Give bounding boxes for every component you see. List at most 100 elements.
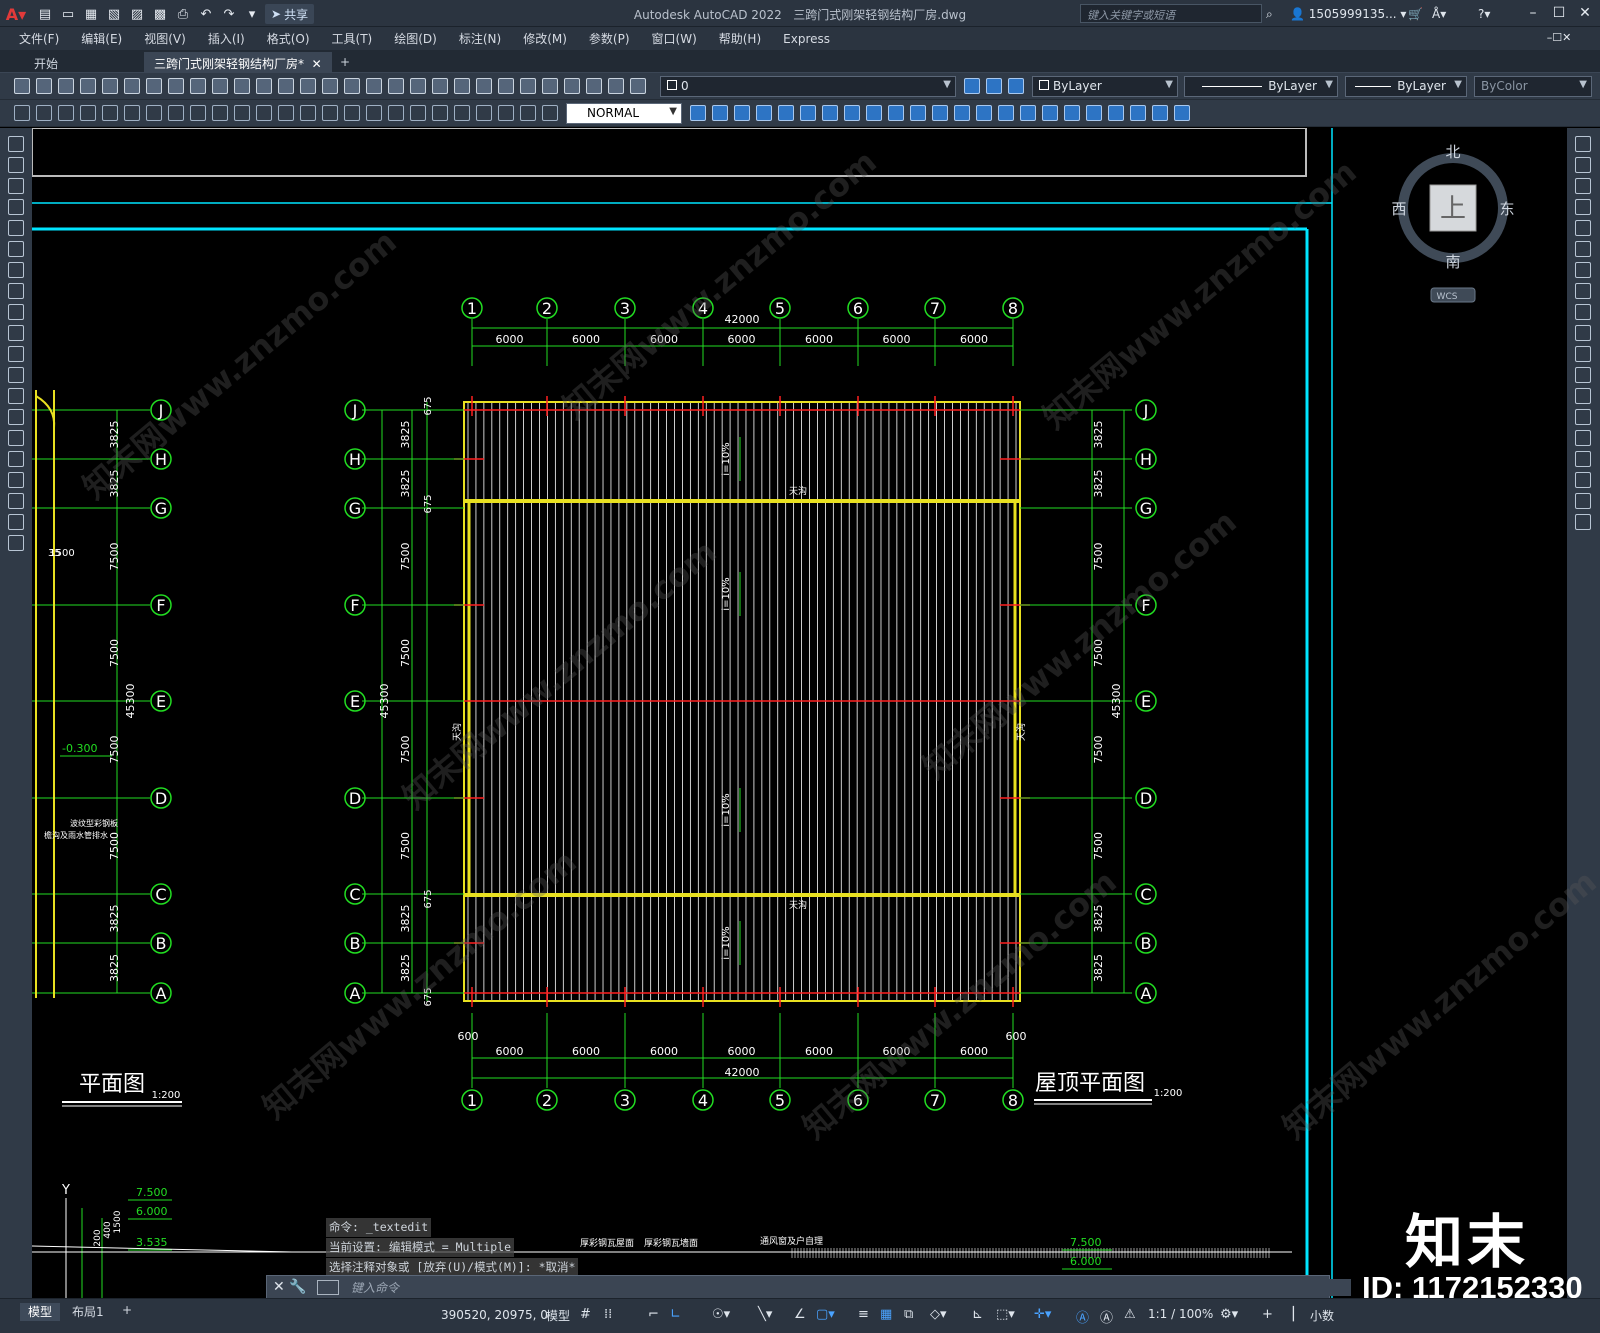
toolbar-tool-icon[interactable] (388, 78, 404, 94)
side-tool-icon[interactable] (1575, 430, 1591, 446)
annotation-monitor-icon[interactable]: + (1262, 1307, 1273, 1322)
annotation-scale-icon[interactable]: ⚠ (1124, 1307, 1136, 1322)
toolbar-tool-icon[interactable] (168, 78, 184, 94)
selection-filter-icon[interactable]: ⬚▾ (996, 1307, 1015, 1322)
tab-start[interactable]: 开始 (24, 52, 68, 73)
side-tool-icon[interactable] (1575, 178, 1591, 194)
menu-item[interactable]: 编辑(E) (70, 30, 133, 47)
toolbar-tool-icon[interactable] (234, 78, 250, 94)
toolbar-tool-icon[interactable] (998, 105, 1014, 121)
side-tool-icon[interactable] (8, 199, 24, 215)
maximize-button[interactable]: ☐ (1546, 2, 1572, 24)
save-as-icon[interactable]: ▧ (104, 4, 124, 24)
toolbar-tool-icon[interactable] (1020, 105, 1036, 121)
side-tool-icon[interactable] (8, 451, 24, 467)
annotation-scale-value[interactable]: 1:1 / 100% (1148, 1307, 1213, 1321)
snap-icon[interactable]: ⁞⁞ (604, 1307, 612, 1322)
toolbar-tool-icon[interactable] (910, 105, 926, 121)
units-value[interactable]: 小数 (1310, 1307, 1334, 1324)
toolbar-tool-icon[interactable] (712, 105, 728, 121)
units-icon[interactable]: ▕ (1284, 1307, 1294, 1322)
layout-tab-layout1[interactable]: 布局1 (64, 1303, 112, 1321)
toolbar-tool-icon[interactable] (630, 78, 646, 94)
toolbar-tool-icon[interactable] (476, 105, 492, 121)
toolbar-tool-icon[interactable] (278, 105, 294, 121)
toolbar-tool-icon[interactable] (168, 105, 184, 121)
tab-drawing[interactable]: 三跨门式刚架轻钢结构厂房* ✕ (144, 52, 332, 73)
side-tool-icon[interactable] (8, 241, 24, 257)
side-tool-icon[interactable] (1575, 388, 1591, 404)
toolbar-tool-icon[interactable] (586, 78, 602, 94)
toolbar-tool-icon[interactable] (300, 78, 316, 94)
toolbar-tool-icon[interactable] (542, 105, 558, 121)
command-input[interactable]: 键入命令 (351, 1279, 1351, 1296)
3d-osnap-icon[interactable]: ◇▾ (930, 1307, 947, 1322)
customize-qat-icon[interactable]: ▾ (242, 4, 262, 24)
toolbar-tool-icon[interactable] (344, 78, 360, 94)
toolbar-tool-icon[interactable] (234, 105, 250, 121)
layout-tab-model[interactable]: 模型 (20, 1303, 61, 1321)
side-tool-icon[interactable] (1575, 346, 1591, 362)
toolbar-tool-icon[interactable] (14, 78, 30, 94)
toolbar-tool-icon[interactable] (734, 105, 750, 121)
undo-icon[interactable]: ↶ (196, 4, 216, 24)
toolbar-tool-icon[interactable] (124, 78, 140, 94)
side-tool-icon[interactable] (8, 304, 24, 320)
toolbar-tool-icon[interactable] (212, 78, 228, 94)
toolbar-tool-icon[interactable] (564, 78, 580, 94)
toolbar-tool-icon[interactable] (344, 105, 360, 121)
toolbar-tool-icon[interactable] (454, 105, 470, 121)
dynamic-ucs-icon[interactable]: ⊾ (972, 1307, 983, 1322)
autodesk-app-icon[interactable]: Å▾ (1432, 4, 1446, 24)
toolbar-tool-icon[interactable] (58, 105, 74, 121)
toolbar-tool-icon[interactable] (212, 105, 228, 121)
side-tool-icon[interactable] (1575, 136, 1591, 152)
toolbar-tool-icon[interactable] (256, 78, 272, 94)
close-tab-icon[interactable]: ✕ (312, 57, 322, 71)
side-tool-icon[interactable] (8, 388, 24, 404)
toolbar-tool-icon[interactable] (542, 78, 558, 94)
selection-cycling-icon[interactable]: ⧉ (904, 1307, 913, 1322)
model-space-button[interactable]: 模型 (546, 1307, 570, 1324)
grid-icon[interactable]: # (580, 1307, 591, 1322)
menu-item[interactable]: 绘图(D) (383, 30, 448, 47)
side-tool-icon[interactable] (8, 472, 24, 488)
close-command-icon[interactable]: ✕ 🔧 (273, 1279, 307, 1295)
toolbar-tool-icon[interactable] (866, 105, 882, 121)
side-tool-icon[interactable] (1575, 283, 1591, 299)
coordinate-readout[interactable]: 390520, 20975, 0 (441, 1308, 548, 1322)
toolbar-tool-icon[interactable] (822, 105, 838, 121)
layout-tab-add[interactable]: + (114, 1303, 140, 1321)
toolbar-tool-icon[interactable] (388, 105, 404, 121)
menu-item[interactable]: 文件(F) (8, 30, 70, 47)
side-tool-icon[interactable] (8, 430, 24, 446)
auto-scale-icon[interactable]: Ⓐ (1100, 1307, 1113, 1326)
user-account[interactable]: 👤 1505999135... ▾ (1290, 4, 1406, 24)
toolbar-tool-icon[interactable] (498, 105, 514, 121)
side-tool-icon[interactable] (1575, 157, 1591, 173)
gizmo-icon[interactable]: ✛▾ (1034, 1307, 1051, 1322)
toolbar-tool-icon[interactable] (410, 105, 426, 121)
toolbar-tool-icon[interactable] (432, 105, 448, 121)
toolbar-tool-icon[interactable] (102, 78, 118, 94)
minimize-button[interactable]: – (1520, 2, 1546, 24)
toolbar-tool-icon[interactable] (432, 78, 448, 94)
open-icon[interactable]: ▭ (58, 4, 78, 24)
share-button[interactable]: ➤ 共享 (265, 4, 315, 24)
toolbar-tool-icon[interactable] (498, 78, 514, 94)
menu-item[interactable]: 标注(N) (448, 30, 512, 47)
toolbar-tool-icon[interactable] (1064, 105, 1080, 121)
toolbar-tool-icon[interactable] (256, 105, 272, 121)
toolbar-tool-icon[interactable] (146, 105, 162, 121)
new-icon[interactable]: ▤ (35, 4, 55, 24)
side-tool-icon[interactable] (1575, 451, 1591, 467)
toolbar-tool-icon[interactable] (608, 78, 624, 94)
toolbar-tool-icon[interactable] (690, 105, 706, 121)
side-tool-icon[interactable] (8, 220, 24, 236)
menu-item[interactable]: 修改(M) (512, 30, 578, 47)
toolbar-tool-icon[interactable] (778, 105, 794, 121)
side-tool-icon[interactable] (1575, 241, 1591, 257)
toolbar-tool-icon[interactable] (102, 105, 118, 121)
color-dropdown[interactable]: ByLayer ▼ (1032, 76, 1178, 97)
annotation-visibility-icon[interactable]: Ⓐ (1076, 1307, 1089, 1326)
